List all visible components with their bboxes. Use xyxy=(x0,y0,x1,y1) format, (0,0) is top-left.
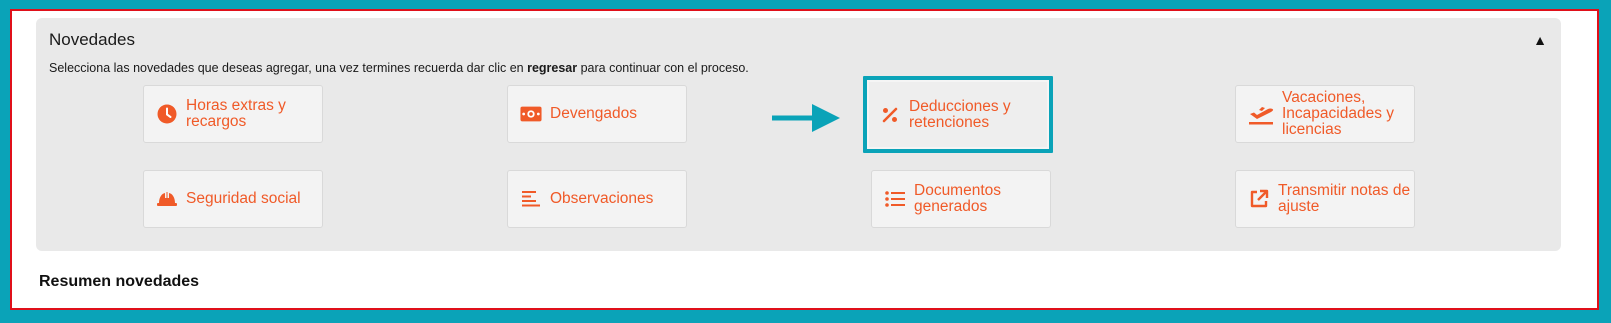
card-deducciones[interactable]: Deducciones y retenciones xyxy=(863,76,1053,153)
card-label: Documentos generados xyxy=(914,182,1002,215)
card-label: Seguridad social xyxy=(186,190,301,207)
card-label: Transmitir notas de ajuste xyxy=(1278,182,1411,215)
card-label: Observaciones xyxy=(550,190,654,207)
list-icon xyxy=(884,188,906,210)
clock-icon xyxy=(156,103,178,125)
highlight-arrow-icon xyxy=(772,104,840,132)
regresar-keyword: regresar xyxy=(527,61,578,75)
card-transmitir-notas[interactable]: Transmitir notas de ajuste xyxy=(1235,170,1415,228)
card-documentos-generados[interactable]: Documentos generados xyxy=(871,170,1051,228)
hard-hat-icon xyxy=(156,188,178,210)
card-seguridad-social[interactable]: Seguridad social xyxy=(143,170,323,228)
percent-icon xyxy=(879,104,901,126)
card-label: Deducciones y retenciones xyxy=(909,97,1011,131)
summary-title: Resumen novedades xyxy=(39,273,200,290)
align-left-icon xyxy=(520,188,542,210)
card-vacaciones[interactable]: Vacaciones, Incapacidades y licencias xyxy=(1235,85,1415,143)
card-horas-extras[interactable]: Horas extras y recargos xyxy=(143,85,323,143)
main-frame: Novedades Selecciona las novedades que d… xyxy=(10,9,1599,310)
panel-title: Novedades xyxy=(49,30,136,49)
card-observaciones[interactable]: Observaciones xyxy=(507,170,687,228)
card-label: Horas extras y recargos xyxy=(186,97,286,130)
plane-departure-icon xyxy=(1248,103,1274,125)
panel-description: Selecciona las novedades que deseas agre… xyxy=(49,61,749,75)
external-link-icon xyxy=(1248,188,1270,210)
collapse-toggle-icon[interactable]: ▲ xyxy=(1533,32,1547,48)
card-label: Vacaciones, Incapacidades y licencias xyxy=(1282,89,1395,138)
card-label: Devengados xyxy=(550,105,638,122)
novedades-panel: Novedades Selecciona las novedades que d… xyxy=(36,18,1561,251)
card-devengados[interactable]: Devengados xyxy=(507,85,687,143)
money-bill-icon xyxy=(520,103,542,125)
